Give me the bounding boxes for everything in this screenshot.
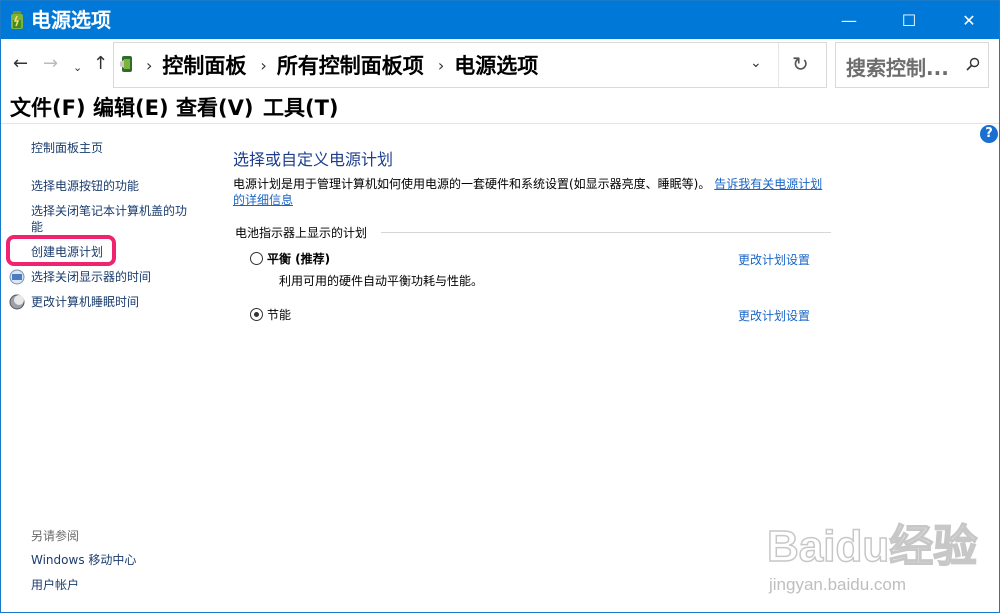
- sidebar-item-user-accounts[interactable]: 用户帐户: [31, 577, 79, 593]
- sidebar-item-display-off[interactable]: 选择关闭显示器的时间: [31, 269, 151, 285]
- plan-description-balanced: 利用可用的硬件自动平衡功耗与性能。: [279, 274, 484, 288]
- search-placeholder: 搜索控制...: [846, 56, 949, 80]
- sidebar-item-sleep[interactable]: 更改计算机睡眠时间: [31, 294, 139, 310]
- search-input[interactable]: 搜索控制...: [835, 42, 989, 88]
- recent-locations-button[interactable]: ⌄: [73, 57, 82, 79]
- plan-radio-balanced[interactable]: [250, 252, 263, 265]
- breadcrumb-separator[interactable]: ›: [438, 56, 444, 75]
- baidu-watermark: Baidu经验 jingyan.baidu.com: [766, 521, 978, 594]
- menu-view[interactable]: 查看(V): [176, 95, 253, 121]
- breadcrumb-control-panel[interactable]: 控制面板: [162, 50, 246, 80]
- back-button[interactable]: ←: [13, 53, 28, 75]
- sidebar: 控制面板主页 选择电源按钮的功能 选择关闭笔记本计算机盖的功 能 创建电源计划 …: [1, 124, 211, 612]
- plan-name-balanced[interactable]: 平衡 (推荐): [267, 250, 330, 267]
- breadcrumb-power-options[interactable]: 电源选项: [454, 50, 538, 80]
- address-dropdown-icon[interactable]: ⌄: [750, 55, 762, 71]
- sidebar-item-mobility-center[interactable]: Windows 移动中心: [31, 552, 136, 568]
- menu-bar: 文件(F) 编辑(E) 查看(V) 工具(T): [1, 91, 999, 124]
- change-plan-settings-link-power-saver[interactable]: 更改计划设置: [738, 307, 810, 324]
- breadcrumb-separator[interactable]: ›: [260, 56, 266, 75]
- watermark-text: Baidu经验: [767, 522, 977, 571]
- help-icon[interactable]: ?: [980, 125, 998, 143]
- sidebar-item-create-plan[interactable]: 创建电源计划: [31, 244, 103, 260]
- sidebar-item-lid-close[interactable]: 能: [31, 219, 43, 235]
- plan-radio-power-saver[interactable]: [250, 308, 263, 321]
- title-bar[interactable]: 电源选项 — ☐ ✕: [1, 1, 999, 39]
- window: 电源选项 — ☐ ✕ ← → ⌄ ↑ › 控制面板 › 所有控制面板项 › 电源…: [0, 0, 1000, 613]
- power-options-icon: [120, 56, 132, 72]
- refresh-button[interactable]: ↻: [792, 52, 809, 76]
- menu-tools[interactable]: 工具(T): [263, 95, 339, 121]
- navigation-bar: ← → ⌄ ↑ › 控制面板 › 所有控制面板项 › 电源选项 ⌄ ↻ 搜索控制…: [1, 39, 999, 91]
- divider: [778, 43, 779, 87]
- watermark-subtext: jingyan.baidu.com: [768, 575, 906, 594]
- section-label: 电池指示器上显示的计划: [235, 224, 374, 241]
- breadcrumb-separator[interactable]: ›: [146, 56, 152, 75]
- address-bar[interactable]: › 控制面板 › 所有控制面板项 › 电源选项 ⌄ ↻: [113, 42, 827, 88]
- maximize-button[interactable]: ☐: [879, 1, 939, 39]
- plan-name-power-saver[interactable]: 节能: [267, 306, 291, 323]
- breadcrumb: › 控制面板 › 所有控制面板项 › 电源选项: [142, 43, 538, 87]
- section-divider: [381, 232, 831, 233]
- sleep-icon: [9, 294, 25, 310]
- sidebar-item-power-buttons[interactable]: 选择电源按钮的功能: [31, 178, 139, 194]
- power-options-icon: [11, 11, 23, 29]
- see-also-label: 另请参阅: [31, 529, 80, 543]
- page-description: 电源计划是用于管理计算机如何使用电源的一套硬件和系统设置(如显示器亮度、睡眠等)…: [233, 176, 833, 208]
- breadcrumb-all-items[interactable]: 所有控制面板项: [277, 50, 424, 80]
- description-text: 电源计划是用于管理计算机如何使用电源的一套硬件和系统设置(如显示器亮度、睡眠等)…: [233, 177, 711, 191]
- forward-button[interactable]: →: [43, 53, 58, 75]
- change-plan-settings-link-balanced[interactable]: 更改计划设置: [738, 251, 810, 268]
- close-button[interactable]: ✕: [939, 1, 999, 39]
- search-icon[interactable]: [966, 57, 980, 71]
- sidebar-item-lid-close[interactable]: 选择关闭笔记本计算机盖的功: [31, 203, 187, 219]
- menu-file[interactable]: 文件(F): [10, 95, 86, 121]
- radio-selected-dot: [254, 312, 259, 317]
- window-title: 电源选项: [31, 8, 111, 32]
- up-button[interactable]: ↑: [93, 53, 108, 75]
- display-icon: [9, 269, 25, 285]
- menu-edit[interactable]: 编辑(E): [93, 95, 169, 121]
- minimize-button[interactable]: —: [819, 1, 879, 39]
- page-title: 选择或自定义电源计划: [233, 150, 394, 169]
- sidebar-item-home[interactable]: 控制面板主页: [31, 140, 103, 156]
